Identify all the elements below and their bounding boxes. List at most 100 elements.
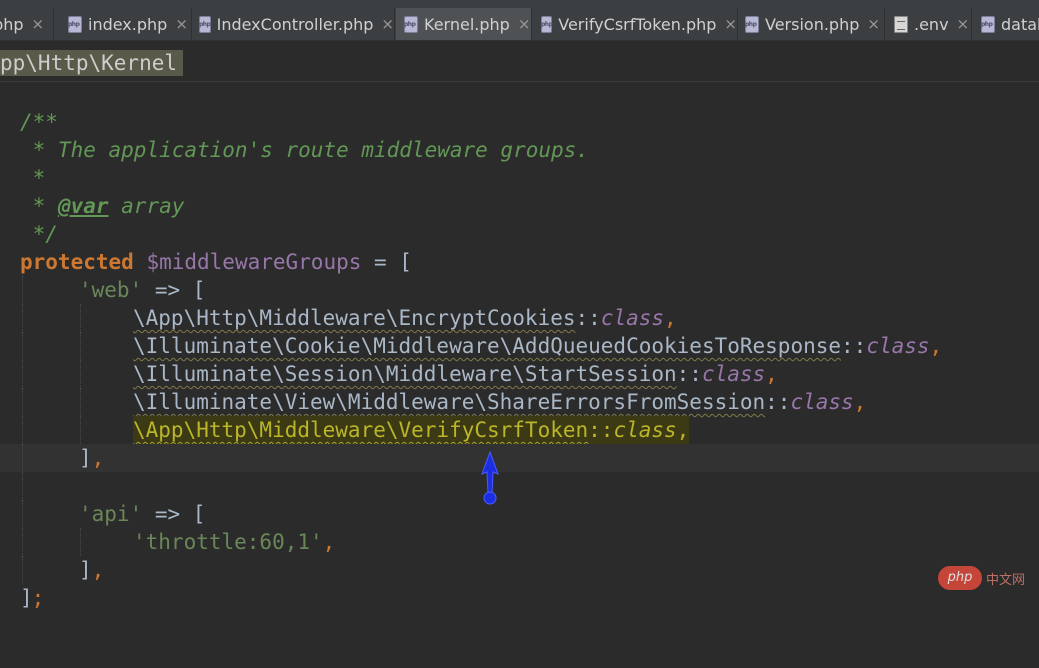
watermark-text: 中文网 xyxy=(986,572,1026,588)
class-keyword: class xyxy=(790,390,854,414)
indent-guide xyxy=(80,528,81,556)
php-file-icon xyxy=(541,15,553,33)
indent-guide xyxy=(22,388,23,416)
code-line: protected $middlewareGroups = [ xyxy=(0,248,1039,276)
php-logo: php xyxy=(938,566,982,590)
tab-env[interactable]: .env × xyxy=(886,8,972,40)
indent-guide xyxy=(22,472,23,500)
punctuation: , xyxy=(765,362,778,386)
editor-tab-bar: .php × index.php × IndexController.php ×… xyxy=(0,0,1039,41)
indent-guide xyxy=(80,332,81,360)
tab-indexcontroller-php[interactable]: IndexController.php × xyxy=(193,8,395,40)
class-keyword: class xyxy=(613,418,677,442)
operator: :: xyxy=(588,418,614,442)
bracket: ] xyxy=(79,558,92,582)
operator: :: xyxy=(841,334,867,358)
tab-kernel-php[interactable]: Kernel.php × xyxy=(396,8,532,40)
code-line: * The application's route middleware gro… xyxy=(0,136,1039,164)
punctuation: , xyxy=(676,418,690,442)
operator: = [ xyxy=(361,250,412,274)
doc-comment: /** xyxy=(20,110,58,134)
php-file-icon xyxy=(68,15,82,33)
operator: :: xyxy=(765,390,791,414)
code-line: ]; xyxy=(0,584,1039,612)
indent-guide xyxy=(22,444,23,472)
string: 'api' xyxy=(79,502,143,526)
class-keyword: class xyxy=(866,334,930,358)
code-line: 'api' => [ xyxy=(0,500,1039,528)
close-icon[interactable]: × xyxy=(867,15,880,33)
class-keyword: class xyxy=(701,362,766,386)
tab-label: VerifyCsrfToken.php xyxy=(558,14,717,34)
doc-type: array xyxy=(108,194,185,218)
class-reference: \Illuminate\View\Middleware\ShareErrorsF… xyxy=(133,390,766,414)
punctuation: , xyxy=(91,446,105,470)
indent-guide xyxy=(80,388,81,416)
string: 'throttle:60,1' xyxy=(133,530,323,554)
tab-version-php[interactable]: Version.php × xyxy=(739,8,885,40)
doc-comment: */ xyxy=(20,222,58,246)
code-line xyxy=(0,472,1039,500)
code-editor[interactable]: /** * The application's route middleware… xyxy=(0,82,1039,611)
indent-guide xyxy=(80,360,81,388)
tab-database-partial[interactable]: datab xyxy=(973,8,1039,40)
tab-label: Kernel.php xyxy=(424,14,510,34)
doc-comment: * xyxy=(20,194,58,218)
indent-guide xyxy=(80,416,81,444)
punctuation: , xyxy=(853,390,867,414)
indent-guide xyxy=(22,500,23,528)
tab-label: index.php xyxy=(88,14,168,34)
code-line-highlighted: \App\Http\Middleware\VerifyCsrfToken::cl… xyxy=(0,416,1039,444)
keyword: protected xyxy=(20,250,134,274)
code-line: \Illuminate\Cookie\Middleware\AddQueuedC… xyxy=(0,332,1039,360)
tab-verifycsrftoken-php[interactable]: VerifyCsrfToken.php × xyxy=(533,8,738,40)
indent-guide xyxy=(80,304,81,332)
php-file-icon xyxy=(981,15,995,33)
code-line: \App\Http\Middleware\EncryptCookies::cla… xyxy=(0,304,1039,332)
code-line: * @var array xyxy=(0,192,1039,220)
php-file-icon xyxy=(199,15,211,33)
code-line: \Illuminate\View\Middleware\ShareErrorsF… xyxy=(0,388,1039,416)
close-icon[interactable]: × xyxy=(175,15,188,33)
close-icon[interactable]: × xyxy=(724,15,737,33)
class-reference: \App\Http\Middleware\EncryptCookies xyxy=(133,306,576,330)
tab-label: IndexController.php xyxy=(216,14,374,34)
code-line-current: ], xyxy=(0,444,1039,472)
close-icon[interactable]: × xyxy=(381,15,394,33)
tab-label: .env xyxy=(914,14,949,34)
indent-guide xyxy=(22,556,23,584)
punctuation: ; xyxy=(31,586,45,610)
operator: :: xyxy=(676,362,702,386)
code-line: 'web' => [ xyxy=(0,276,1039,304)
code-line: \Illuminate\Session\Middleware\StartSess… xyxy=(0,360,1039,388)
indent-guide xyxy=(22,332,23,360)
class-keyword: class xyxy=(600,306,665,330)
code-line: */ xyxy=(0,220,1039,248)
breadcrumb[interactable]: pp\Http\Kernel xyxy=(0,50,184,76)
code-line: ], xyxy=(0,556,1039,584)
php-file-icon xyxy=(404,15,418,33)
indent-guide xyxy=(22,360,23,388)
operator: => [ xyxy=(142,502,206,526)
watermark: php 中文网 xyxy=(938,566,1025,590)
close-icon[interactable]: × xyxy=(518,15,531,33)
tab-label: datab xyxy=(1001,14,1039,34)
annotation-arrow-icon xyxy=(481,450,499,505)
close-icon[interactable]: × xyxy=(957,15,970,33)
tab-index-php[interactable]: index.php × xyxy=(62,8,192,40)
tab-label: .php xyxy=(0,14,24,34)
close-icon[interactable]: × xyxy=(32,15,45,33)
class-reference: \App\Http\Middleware\VerifyCsrfToken xyxy=(133,418,589,442)
doc-comment: * xyxy=(20,166,46,190)
class-reference: \Illuminate\Session\Middleware\StartSess… xyxy=(133,362,677,386)
indent-guide xyxy=(22,528,23,556)
punctuation: , xyxy=(91,558,105,582)
search-highlight: \App\Http\Middleware\VerifyCsrfToken::cl… xyxy=(133,416,690,444)
text-file-icon xyxy=(894,15,908,33)
punctuation: , xyxy=(929,334,943,358)
variable: $middlewareGroups xyxy=(133,250,362,274)
tab-php-partial[interactable]: .php × xyxy=(0,8,54,40)
code-line: 'throttle:60,1', xyxy=(0,528,1039,556)
doc-tag: @var xyxy=(57,194,109,218)
indent-guide xyxy=(22,304,23,332)
